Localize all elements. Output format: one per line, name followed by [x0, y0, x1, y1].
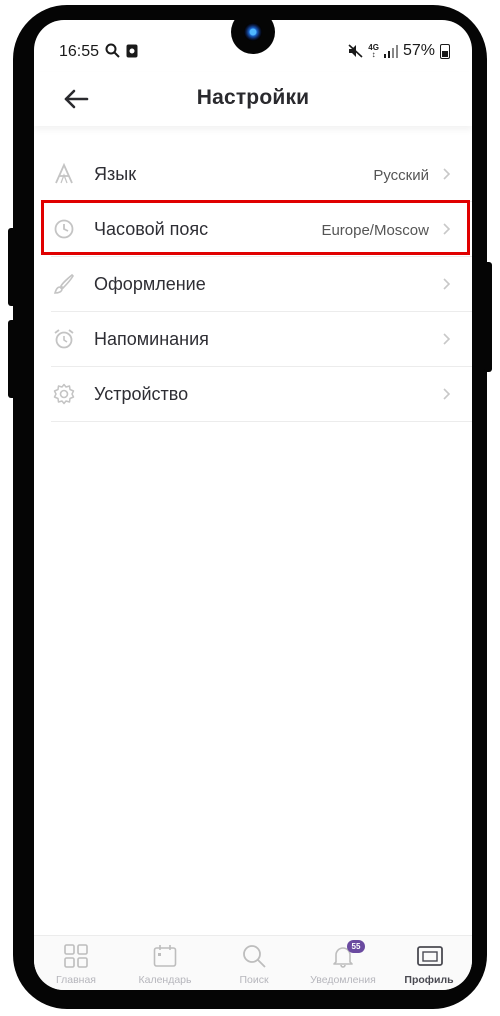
tab-label: Уведомления: [310, 974, 376, 986]
tab-search[interactable]: Поиск: [214, 936, 294, 990]
font-icon: [55, 163, 73, 184]
search-icon: [243, 945, 266, 968]
tab-home[interactable]: Главная: [36, 936, 116, 990]
side-button: [8, 320, 16, 398]
settings-item-label: Напоминания: [94, 329, 209, 349]
tab-label: Главная: [56, 974, 96, 986]
settings-item-appearance[interactable]: Оформление: [51, 257, 472, 312]
tab-calendar[interactable]: Календарь: [125, 936, 205, 990]
calendar-icon: [153, 945, 177, 967]
recorder-icon: [126, 44, 138, 57]
tab-profile[interactable]: Профиль: [389, 936, 469, 990]
settings-item-label: Язык: [94, 164, 137, 184]
battery-icon: [440, 43, 450, 59]
network-icon: 4G ↕: [368, 43, 379, 59]
settings-item-label: Устройство: [94, 384, 189, 404]
tab-notifications[interactable]: 55 Уведомления: [303, 936, 383, 990]
front-camera: [231, 20, 275, 54]
settings-list: Язык Русский Часовой пояс Europe/Moscow …: [51, 147, 472, 422]
alarm-icon: [54, 329, 74, 349]
settings-item-language[interactable]: Язык Русский: [51, 147, 472, 202]
status-notification-icons: [105, 43, 138, 58]
profile-card-icon: [417, 946, 443, 966]
battery-percent: 57%: [402, 42, 435, 59]
mute-icon: [348, 44, 363, 58]
status-time: 16:55: [59, 43, 100, 60]
settings-item-value: Русский: [373, 167, 429, 184]
page-title: Настройки: [196, 86, 310, 109]
gear-icon: [53, 383, 75, 405]
chevron-right-icon: [443, 388, 451, 400]
brush-icon: [53, 273, 75, 294]
highlight-box: [41, 200, 470, 255]
tab-label: Профиль: [404, 974, 454, 986]
signal-icon: [383, 44, 398, 58]
chevron-right-icon: [443, 278, 451, 290]
notification-badge: 55: [347, 940, 365, 953]
volume-button: [8, 228, 16, 306]
tab-label: Поиск: [239, 974, 269, 986]
status-right: 4G ↕ 57%: [348, 42, 450, 60]
chevron-right-icon: [443, 333, 451, 345]
app-header: Настройки: [34, 72, 472, 126]
power-button: [484, 262, 492, 372]
tab-label: Календарь: [138, 974, 192, 986]
settings-item-label: Оформление: [94, 274, 206, 294]
grid-icon: [64, 944, 88, 968]
settings-item-device[interactable]: Устройство: [51, 367, 472, 422]
settings-item-reminders[interactable]: Напоминания: [51, 312, 472, 367]
bottom-tab-bar: Главная Календарь Поиск 55 Уведомления П…: [34, 935, 472, 990]
camera-lens-icon: [244, 23, 262, 41]
chevron-right-icon: [443, 168, 451, 180]
search-icon: [105, 43, 120, 58]
screen: 16:55 4G ↕ 57% Настройки Язык Русский Час…: [34, 20, 472, 990]
